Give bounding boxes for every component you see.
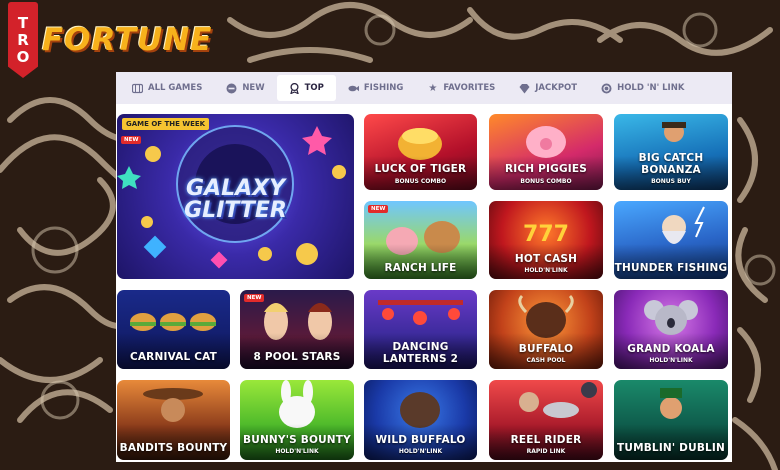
diamond-icon bbox=[519, 83, 530, 94]
game-title: BANDITS BOUNTY bbox=[119, 442, 228, 454]
game-subtitle: HOLD'N'LINK bbox=[398, 448, 443, 455]
game-tile-rich-piggies[interactable]: RICH PIGGIES BONUS COMBO bbox=[489, 114, 603, 190]
featured-title-line: GALAXY bbox=[185, 176, 286, 201]
game-tile-tumblin-dublin[interactable]: TUMBLIN' DUBLIN bbox=[614, 380, 728, 460]
logo-letter: R bbox=[17, 30, 29, 49]
tab-label: ALL GAMES bbox=[148, 83, 203, 93]
game-title: GRAND KOALA bbox=[627, 343, 715, 355]
featured-game-title: GALAXY GLITTER bbox=[117, 178, 354, 222]
tab-fishing[interactable]: FISHING bbox=[336, 75, 415, 101]
tab-favorites[interactable]: ★ FAVORITES bbox=[415, 75, 507, 101]
logo-tag: T R O bbox=[8, 2, 38, 78]
tab-label: TOP bbox=[304, 83, 324, 93]
tab-label: HOLD 'N' LINK bbox=[617, 83, 685, 93]
trophy-icon bbox=[289, 82, 300, 94]
new-icon bbox=[226, 83, 237, 94]
game-title: DANCING LANTERNS 2 bbox=[382, 341, 459, 365]
game-title: 8 POOL STARS bbox=[253, 351, 341, 363]
game-tile-ranch-life[interactable]: NEW RANCH LIFE bbox=[364, 201, 477, 279]
logo-wordmark: FORTUNE bbox=[42, 22, 213, 58]
game-tile-bandits-bounty[interactable]: BANDITS BOUNTY bbox=[117, 380, 230, 460]
game-tile-thunder-fishing[interactable]: THUNDER FISHING bbox=[614, 201, 728, 279]
game-tile-carnival-cat[interactable]: CARNIVAL CAT bbox=[117, 290, 230, 369]
game-tile-buffalo[interactable]: BUFFALO CASH POOL bbox=[489, 290, 603, 369]
featured-title-line: GLITTER bbox=[184, 198, 287, 223]
tab-label: FAVORITES bbox=[443, 83, 496, 93]
game-subtitle: CASH POOL bbox=[526, 357, 566, 364]
tab-label: NEW bbox=[242, 83, 265, 93]
tab-all-games[interactable]: ALL GAMES bbox=[120, 75, 214, 101]
game-tile-luck-of-tiger[interactable]: LUCK OF TIGER BONUS COMBO bbox=[364, 114, 477, 190]
game-subtitle: BONUS BUY bbox=[651, 178, 691, 185]
game-title: RICH PIGGIES bbox=[504, 163, 588, 175]
game-title: THUNDER FISHING bbox=[614, 262, 728, 274]
game-title: REEL RIDER bbox=[510, 434, 582, 446]
game-of-the-week-badge: GAME OF THE WEEK bbox=[122, 118, 210, 130]
game-tile-reel-rider[interactable]: REEL RIDER RAPID LINK bbox=[489, 380, 603, 460]
game-title: BUFFALO bbox=[518, 343, 574, 355]
tab-hold-n-link[interactable]: HOLD 'N' LINK bbox=[589, 75, 696, 101]
game-subtitle: HOLD'N'LINK bbox=[275, 448, 319, 455]
game-tile-wild-buffalo[interactable]: WILD BUFFALO HOLD'N'LINK bbox=[364, 380, 477, 460]
coin-icon bbox=[601, 83, 612, 94]
fish-icon bbox=[348, 83, 359, 94]
logo-letter: T bbox=[17, 13, 29, 32]
tab-new[interactable]: NEW bbox=[214, 75, 276, 101]
new-badge: NEW bbox=[244, 294, 265, 302]
game-tile-hot-cash[interactable]: 777 HOT CASH HOLD'N'LINK bbox=[489, 201, 603, 279]
tab-label: JACKPOT bbox=[535, 83, 578, 93]
game-title: WILD BUFFALO bbox=[375, 434, 466, 446]
featured-game-galaxy-glitter[interactable]: GAME OF THE WEEK NEW GALAXY GLITTER bbox=[117, 114, 354, 279]
game-tile-8-pool-stars[interactable]: NEW 8 POOL STARS bbox=[240, 290, 354, 369]
game-title: BIG CATCH BONANZA bbox=[638, 152, 704, 176]
game-tile-big-catch-bonanza[interactable]: BIG CATCH BONANZA BONUS BUY bbox=[614, 114, 728, 190]
game-subtitle: HOLD'N'LINK bbox=[649, 357, 693, 364]
game-title: CARNIVAL CAT bbox=[129, 351, 218, 363]
game-title: LUCK OF TIGER bbox=[374, 163, 467, 175]
game-title: BUNNY'S BOUNTY bbox=[243, 434, 351, 446]
star-icon: ★ bbox=[428, 82, 438, 94]
category-nav: ALL GAMES NEW TOP FISHING ★ FAVORITES JA… bbox=[116, 72, 732, 104]
game-tile-grand-koala[interactable]: GRAND KOALA HOLD'N'LINK bbox=[614, 290, 728, 369]
game-tile-dancing-lanterns-2[interactable]: DANCING LANTERNS 2 bbox=[364, 290, 477, 369]
new-badge: NEW bbox=[368, 205, 389, 213]
game-subtitle: RAPID LINK bbox=[526, 448, 566, 455]
brand-logo[interactable]: T R O FORTUNE bbox=[4, 2, 224, 82]
game-subtitle: BONUS COMBO bbox=[394, 178, 447, 185]
tab-jackpot[interactable]: JACKPOT bbox=[507, 75, 589, 101]
game-subtitle: HOLD'N'LINK bbox=[524, 267, 568, 274]
game-title: HOT CASH bbox=[514, 253, 578, 265]
game-tile-bunnys-bounty[interactable]: BUNNY'S BOUNTY HOLD'N'LINK bbox=[240, 380, 354, 460]
new-badge: NEW bbox=[121, 136, 142, 144]
grid-icon bbox=[132, 83, 143, 94]
game-subtitle: BONUS COMBO bbox=[520, 178, 572, 185]
tab-label: FISHING bbox=[363, 83, 404, 93]
game-title: RANCH LIFE bbox=[384, 262, 457, 274]
tab-top[interactable]: TOP bbox=[276, 75, 336, 101]
logo-letter: O bbox=[16, 47, 30, 66]
game-title: TUMBLIN' DUBLIN bbox=[616, 442, 726, 454]
